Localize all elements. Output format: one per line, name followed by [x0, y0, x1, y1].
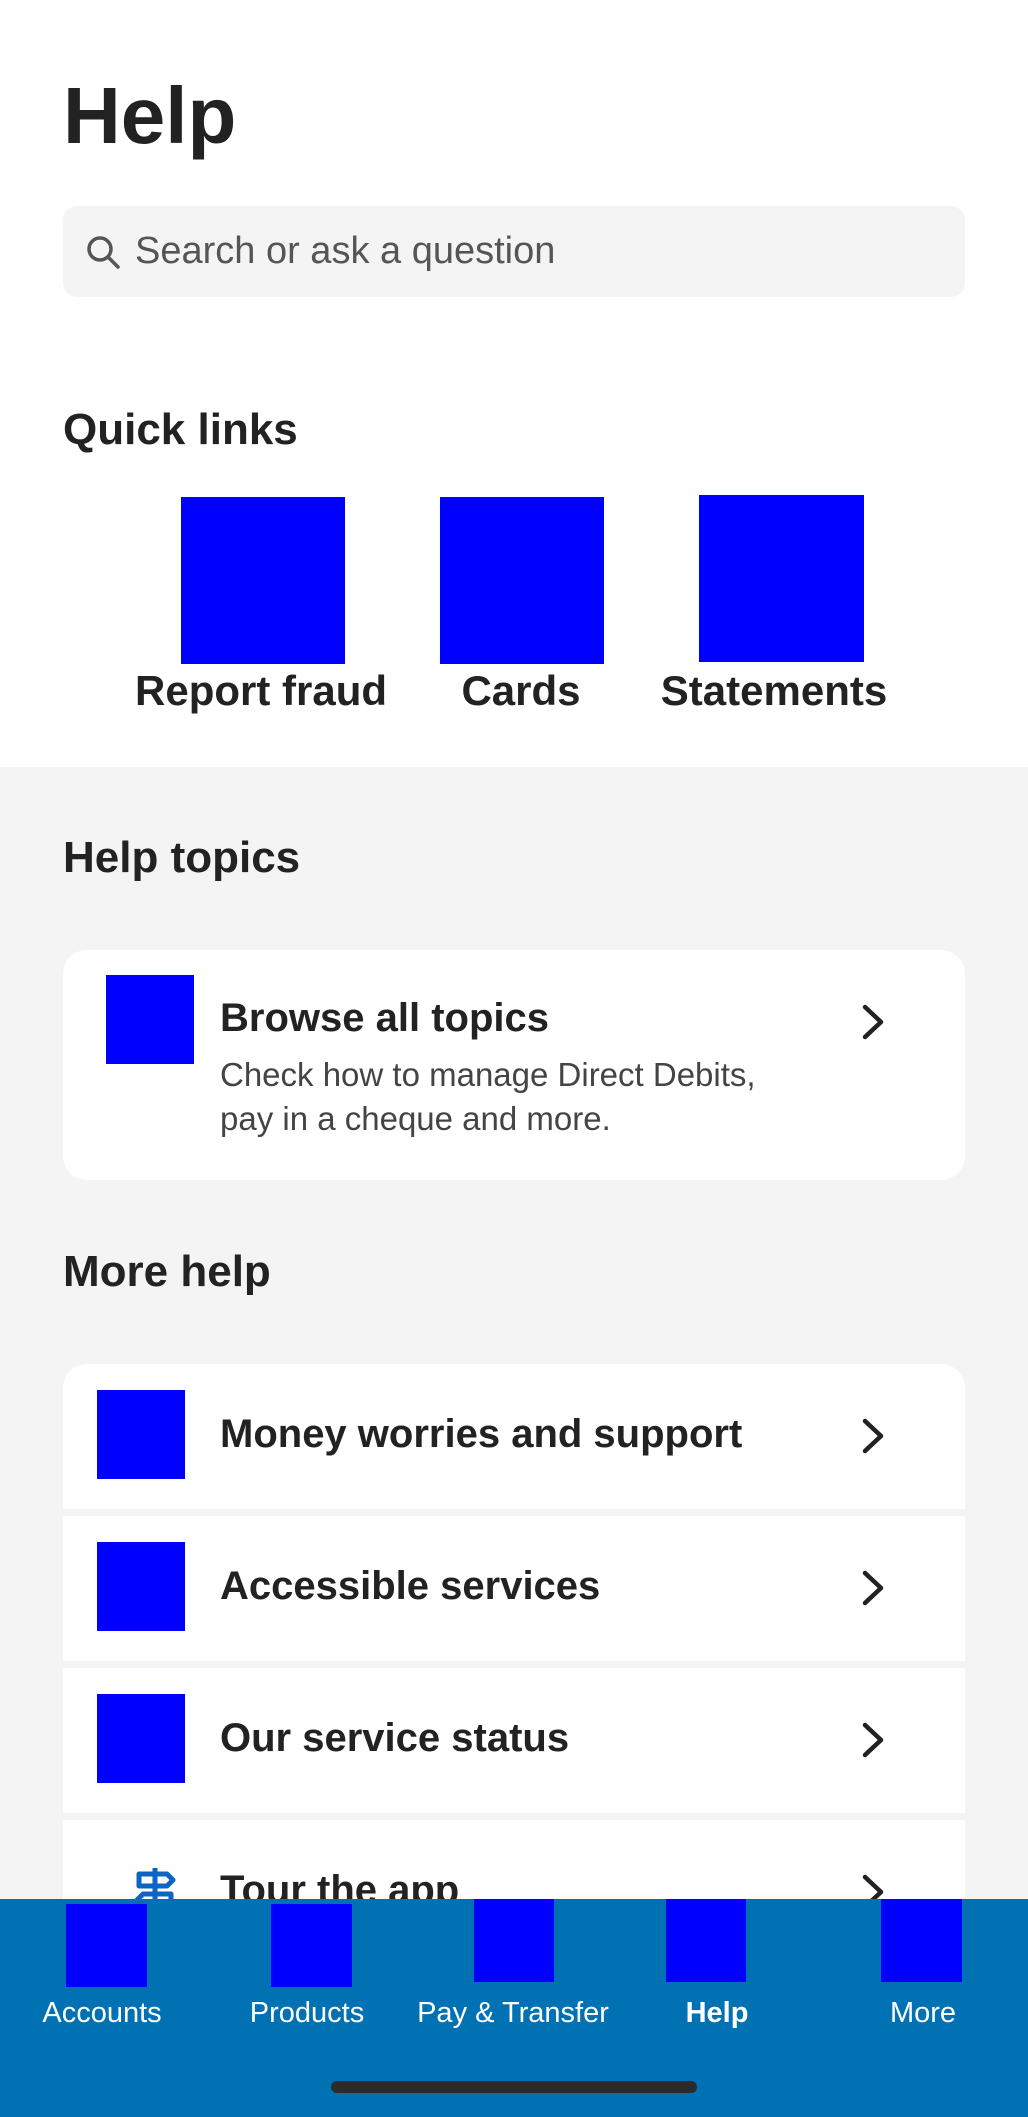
quick-links-title: Quick links	[63, 405, 298, 454]
cards-icon	[440, 497, 604, 664]
nav-item-accounts[interactable]: Accounts	[0, 1899, 205, 2039]
more-icon	[881, 1899, 962, 1982]
quick-link-label: Statements	[660, 667, 888, 714]
browse-topics-title: Browse all topics	[220, 996, 549, 1040]
chevron-right-icon	[862, 1004, 884, 1040]
quick-link-label: Cards	[461, 667, 581, 714]
nav-label: Help	[685, 1997, 749, 2029]
help-topics-title: Help topics	[63, 833, 301, 882]
accounts-icon	[66, 1904, 147, 1987]
report-fraud-icon	[181, 497, 345, 664]
nav-item-products[interactable]: Products	[205, 1899, 410, 2039]
quick-link-label: Report fraud	[135, 667, 387, 714]
browse-topics-card[interactable]: Browse all topics Check how to manage Di…	[63, 950, 965, 1180]
service-status-icon	[97, 1694, 185, 1783]
chevron-right-icon	[862, 1722, 884, 1758]
nav-label: Accounts	[42, 1997, 162, 2029]
home-indicator	[331, 2081, 697, 2093]
more-help-title: More help	[63, 1247, 271, 1296]
nav-label: More	[889, 1997, 957, 2029]
nav-label: Pay & Transfer	[417, 1997, 609, 2029]
nav-label: Products	[249, 1997, 365, 2029]
list-item-accessible-services[interactable]: Accessible services	[63, 1516, 965, 1661]
list-item-label: Accessible services	[220, 1564, 601, 1608]
search-bar[interactable]	[63, 206, 965, 297]
search-icon	[87, 235, 120, 269]
help-icon	[666, 1899, 746, 1982]
nav-item-pay-transfer[interactable]: Pay & Transfer	[410, 1899, 615, 2039]
page-title: Help	[63, 71, 237, 160]
chevron-right-icon	[862, 1570, 884, 1606]
browse-topics-subtitle: Check how to manage Direct Debits, pay i…	[220, 1056, 756, 1137]
nav-item-more[interactable]: More	[820, 1899, 1028, 2039]
browse-topics-icon	[106, 975, 194, 1064]
list-item-label: Money worries and support	[220, 1412, 743, 1456]
top-section: Help Quick links Report fraud Cards Stat…	[0, 0, 1028, 767]
list-item-service-status[interactable]: Our service status	[63, 1668, 965, 1813]
search-input[interactable]	[135, 211, 965, 292]
products-icon	[271, 1904, 352, 1987]
accessible-services-icon	[97, 1542, 185, 1631]
statements-icon	[699, 495, 864, 662]
list-item-money-worries[interactable]: Money worries and support	[63, 1364, 965, 1509]
nav-item-help[interactable]: Help	[615, 1899, 820, 2039]
list-item-label: Our service status	[220, 1716, 570, 1760]
chevron-right-icon	[862, 1418, 884, 1454]
money-worries-icon	[97, 1390, 185, 1479]
pay-transfer-icon	[474, 1899, 554, 1982]
